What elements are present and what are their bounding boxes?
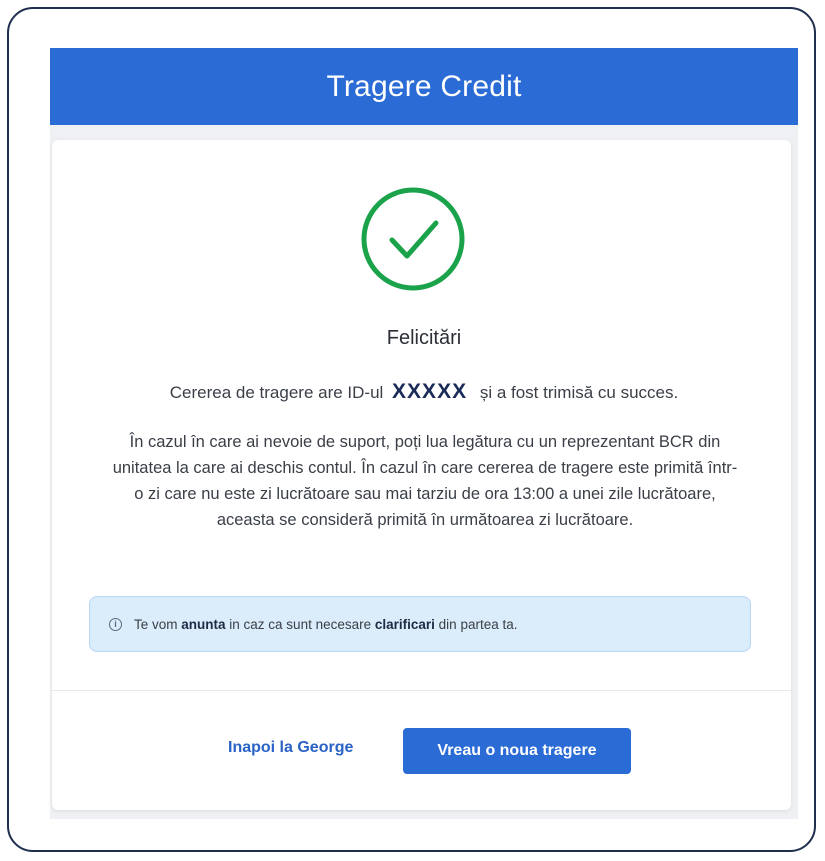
request-id-line: Cererea de tragere are ID-ul XXXXX și a …: [50, 380, 798, 404]
request-id-suffix: și a fost trimisă cu succes.: [479, 383, 679, 402]
info-icon: i: [109, 617, 122, 631]
new-drawdown-button[interactable]: Vreau o noua tragere: [403, 728, 631, 774]
card-divider: [52, 690, 791, 691]
success-title: Felicitări: [386, 327, 462, 349]
request-id-prefix: Cererea de tragere are ID-ul: [169, 383, 384, 402]
page-header: Tragere Credit: [50, 48, 798, 125]
info-banner: i Te vom anunta in caz ca sunt necesare …: [89, 596, 751, 652]
support-description: În cazul în care ai nevoie de suport, po…: [112, 433, 738, 529]
info-text: Te vom anunta in caz ca sunt necesare cl…: [134, 616, 518, 632]
check-circle-icon: [361, 187, 465, 291]
page-title: Tragere Credit: [326, 69, 522, 103]
request-id-value: XXXXX: [392, 380, 468, 403]
back-to-george-link[interactable]: Inapoi la George: [228, 739, 353, 757]
